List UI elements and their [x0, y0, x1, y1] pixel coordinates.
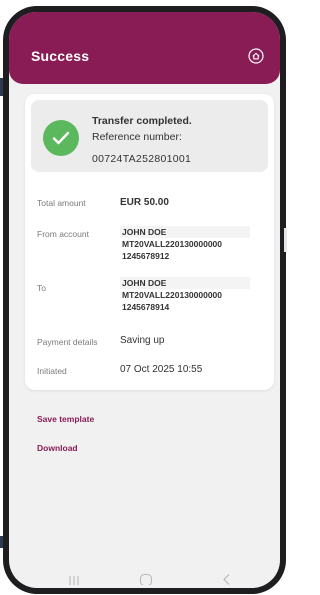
- payment-details-value: Saving up: [120, 335, 165, 346]
- app-screen: Success Transfer completed. Reference nu…: [9, 12, 280, 588]
- to-account-iban-line2: 1245678914: [122, 302, 170, 312]
- total-amount-value: EUR 50.00: [120, 197, 169, 208]
- page-title: Success: [31, 48, 90, 64]
- to-account-value: JOHN DOE MT20VALL220130000000 1245678914: [120, 277, 250, 313]
- to-account-name: JOHN DOE: [120, 277, 250, 289]
- phone-frame: Success Transfer completed. Reference nu…: [3, 6, 286, 594]
- nav-home-icon[interactable]: [139, 572, 153, 588]
- status-title: Transfer completed.: [92, 115, 192, 127]
- reference-label: Reference number:: [92, 131, 182, 143]
- from-account-value: JOHN DOE MT20VALL220130000000 1245678912: [120, 226, 250, 262]
- system-nav-bar: [9, 564, 280, 588]
- home-icon[interactable]: [248, 48, 264, 64]
- stage: Success Transfer completed. Reference nu…: [0, 0, 287, 595]
- to-account-iban-line1: MT20VALL220130000000: [122, 290, 223, 300]
- initiated-label: Initiated: [37, 366, 67, 376]
- transfer-summary-card: Transfer completed. Reference number: 00…: [25, 94, 274, 390]
- success-badge: [43, 120, 79, 156]
- background-edge: [284, 228, 287, 252]
- from-account-iban-line1: MT20VALL220130000000: [122, 239, 223, 249]
- from-account-name: JOHN DOE: [120, 226, 250, 238]
- download-link[interactable]: Download: [37, 443, 78, 453]
- total-amount-label: Total amount: [37, 198, 86, 208]
- status-box: Transfer completed. Reference number: 00…: [31, 100, 268, 172]
- recents-icon[interactable]: [67, 572, 81, 588]
- reference-number: 00724TA252801001: [92, 153, 192, 165]
- initiated-value: 07 Oct 2025 10:55: [120, 364, 203, 375]
- payment-details-label: Payment details: [37, 337, 98, 347]
- save-template-link[interactable]: Save template: [37, 414, 94, 424]
- app-header: Success: [9, 12, 280, 84]
- check-icon: [52, 131, 70, 145]
- from-account-iban-line2: 1245678912: [122, 251, 170, 261]
- to-label: To: [37, 283, 46, 293]
- from-account-label: From account: [37, 229, 89, 239]
- back-icon[interactable]: [221, 572, 233, 588]
